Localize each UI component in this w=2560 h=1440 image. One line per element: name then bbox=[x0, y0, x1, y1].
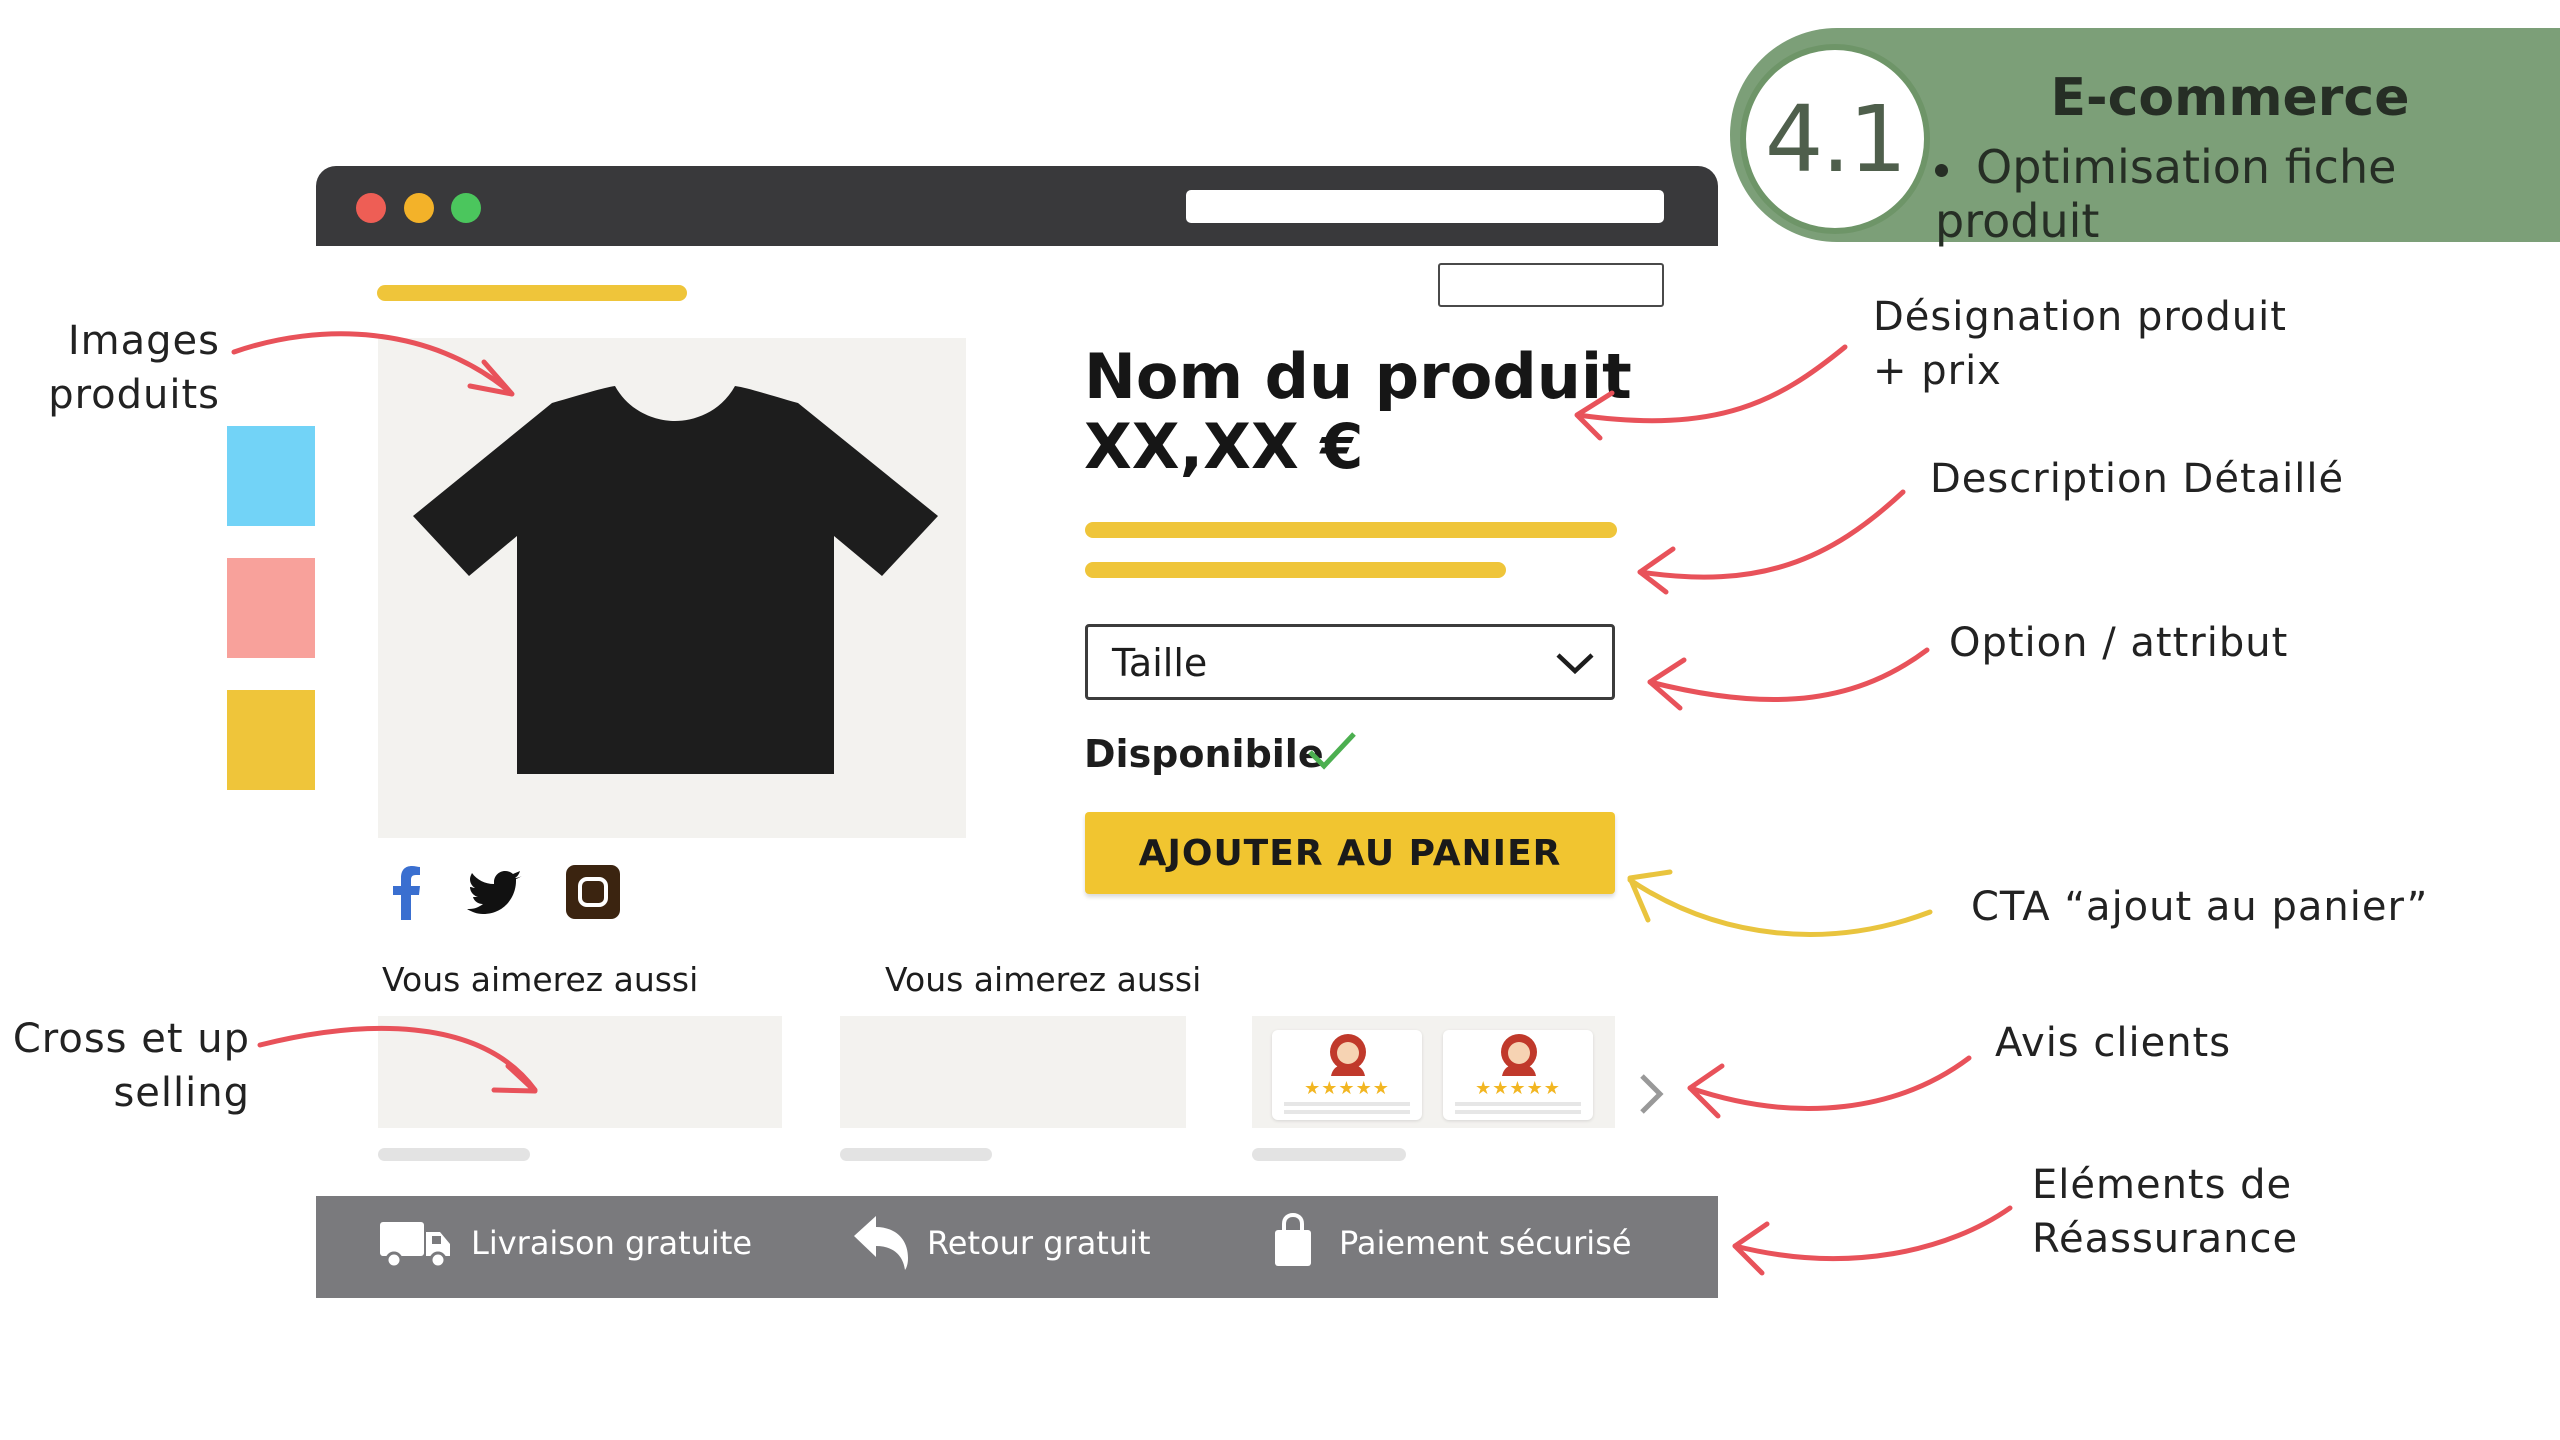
arrow-description bbox=[1637, 489, 1906, 580]
arrow-reassurance bbox=[1732, 1205, 2013, 1261]
arrow-images bbox=[231, 331, 513, 395]
arrow-cta-head bbox=[1627, 869, 1673, 923]
arrow-option bbox=[1647, 647, 1930, 702]
arrow-cta bbox=[1627, 877, 1933, 937]
arrow-reviews bbox=[1687, 1055, 1972, 1111]
arrow-description-head bbox=[1637, 546, 1676, 595]
annotation-arrows bbox=[231, 331, 2013, 1276]
arrow-cross bbox=[257, 1025, 538, 1093]
arrow-designation bbox=[1575, 344, 1848, 424]
